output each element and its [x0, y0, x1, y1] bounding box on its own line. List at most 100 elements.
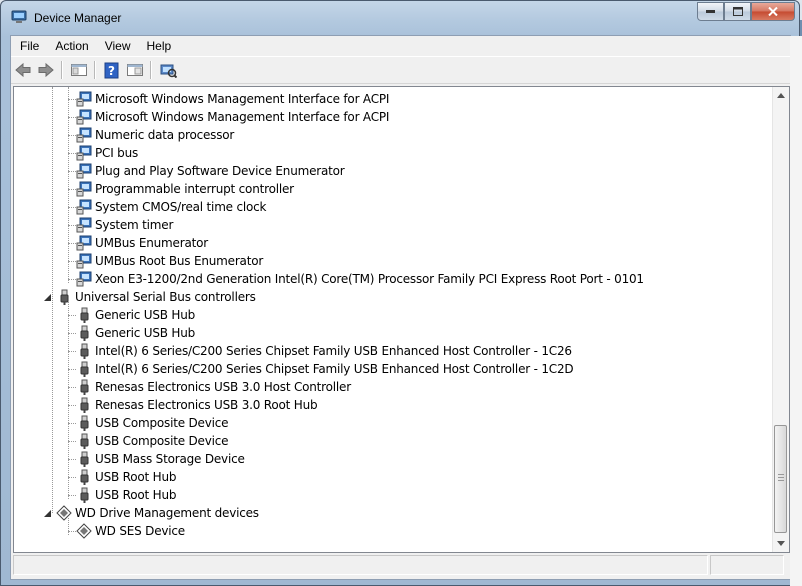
tree-item[interactable]: System CMOS/real time clock [76, 198, 267, 216]
tree-item[interactable]: UMBus Root Bus Enumerator [76, 252, 263, 270]
tree-connector [68, 315, 76, 316]
scan-hardware-button[interactable] [157, 59, 179, 81]
window-title: Device Manager [34, 11, 122, 25]
tree-item[interactable]: USB Mass Storage Device [76, 450, 245, 468]
tree-connector [68, 459, 76, 460]
menu-action[interactable]: Action [48, 39, 95, 53]
show-hidden-icon [127, 64, 143, 76]
menu-help[interactable]: Help [140, 39, 179, 53]
collapse-arrow-icon[interactable] [42, 508, 52, 518]
tree-item[interactable]: Generic USB Hub [76, 306, 195, 324]
forward-icon [38, 62, 54, 78]
menu-file[interactable]: File [13, 39, 46, 53]
tree-item-label: WD SES Device [95, 524, 185, 538]
tree-item[interactable]: UMBus Enumerator [76, 234, 208, 252]
forward-button[interactable] [35, 59, 57, 81]
usb-icon [80, 469, 89, 485]
usb-icon [80, 325, 89, 341]
tree-connector [68, 171, 76, 172]
minimize-button[interactable] [697, 2, 724, 21]
tree-connector [68, 87, 69, 283]
menu-view[interactable]: View [98, 39, 138, 53]
background-page-edge [790, 36, 802, 586]
client-area: File Action View Help ? Microsoft Window… [10, 35, 791, 580]
tree-item-label: UMBus Enumerator [95, 236, 208, 250]
tree-item-label: System timer [95, 218, 174, 232]
close-icon [768, 7, 778, 16]
tree-connector [68, 189, 76, 190]
system-device-icon [76, 235, 92, 251]
caption-buttons [697, 2, 795, 22]
title-bar[interactable]: Device Manager [1, 1, 799, 35]
chevron-down-icon [777, 541, 785, 546]
usb-icon [60, 289, 69, 305]
tree-item-label: Renesas Electronics USB 3.0 Host Control… [95, 380, 351, 394]
usb-icon [80, 343, 89, 359]
tree-item-label: USB Composite Device [95, 416, 229, 430]
tree-category[interactable]: WD Drive Management devices [42, 504, 259, 522]
tree-item-label: PCI bus [95, 146, 139, 160]
close-button[interactable] [751, 2, 795, 21]
help-button[interactable]: ? [101, 59, 123, 81]
system-device-icon [76, 181, 92, 197]
tree-item[interactable]: USB Composite Device [76, 432, 229, 450]
tree-item[interactable]: Numeric data processor [76, 126, 234, 144]
tree-item[interactable]: Intel(R) 6 Series/C200 Series Chipset Fa… [76, 342, 572, 360]
scroll-up-button[interactable] [773, 87, 789, 104]
properties-button[interactable] [68, 59, 90, 81]
back-icon [15, 62, 31, 78]
tree-connector [68, 405, 76, 406]
tree-item-label: Microsoft Windows Management Interface f… [95, 110, 390, 124]
scroll-down-button[interactable] [773, 535, 789, 552]
back-button[interactable] [12, 59, 34, 81]
tree-item[interactable]: USB Root Hub [76, 468, 176, 486]
status-bar [13, 555, 788, 577]
toolbar-separator [150, 61, 152, 79]
usb-icon [80, 307, 89, 323]
tree-item[interactable]: WD SES Device [76, 522, 185, 540]
tree-item-label: Generic USB Hub [95, 326, 196, 340]
tree-item[interactable]: Renesas Electronics USB 3.0 Root Hub [76, 396, 318, 414]
tree-item-label: USB Root Hub [95, 488, 177, 502]
tree-item-label: Microsoft Windows Management Interface f… [95, 92, 390, 106]
tree-item[interactable]: Intel(R) 6 Series/C200 Series Chipset Fa… [76, 360, 574, 378]
system-device-icon [76, 217, 92, 233]
collapse-arrow-icon[interactable] [42, 292, 52, 302]
maximize-icon [732, 7, 743, 16]
tree-item[interactable]: Generic USB Hub [76, 324, 195, 342]
system-device-icon [76, 163, 92, 179]
usb-icon [80, 451, 89, 467]
show-hidden-button[interactable] [124, 59, 146, 81]
device-tree[interactable]: Microsoft Windows Management Interface f… [13, 86, 790, 553]
usb-icon [80, 379, 89, 395]
tree-item-label: Programmable interrupt controller [95, 182, 294, 196]
device-manager-window: Device Manager File Action View Help ? M… [0, 0, 800, 586]
tree-connector [68, 477, 76, 478]
tree-connector [68, 279, 76, 280]
maximize-button[interactable] [724, 2, 751, 21]
scroll-thumb[interactable] [774, 425, 787, 533]
tree-category[interactable]: Universal Serial Bus controllers [42, 288, 256, 306]
tree-item[interactable]: Plug and Play Software Device Enumerator [76, 162, 345, 180]
status-cell-right [710, 555, 784, 575]
system-device-icon [76, 199, 92, 215]
tree-connector [68, 495, 76, 496]
tree-item-label: System CMOS/real time clock [95, 200, 267, 214]
tree-item-label: Intel(R) 6 Series/C200 Series Chipset Fa… [95, 362, 574, 376]
status-cell-main [13, 555, 708, 575]
tree-connector [68, 207, 76, 208]
menu-bar: File Action View Help [11, 36, 790, 56]
tree-item[interactable]: USB Root Hub [76, 486, 176, 504]
tree-item[interactable]: Renesas Electronics USB 3.0 Host Control… [76, 378, 351, 396]
tree-item[interactable]: Programmable interrupt controller [76, 180, 294, 198]
tree-item[interactable]: PCI bus [76, 144, 138, 162]
device-manager-icon [11, 10, 27, 23]
toolbar-separator [61, 61, 63, 79]
tree-item[interactable]: Microsoft Windows Management Interface f… [76, 90, 389, 108]
tree-item[interactable]: Xeon E3-1200/2nd Generation Intel(R) Cor… [76, 270, 644, 288]
tree-item[interactable]: System timer [76, 216, 173, 234]
tree-item[interactable]: USB Composite Device [76, 414, 229, 432]
tree-item[interactable]: Microsoft Windows Management Interface f… [76, 108, 389, 126]
vertical-scrollbar[interactable] [772, 87, 789, 552]
scan-hardware-icon [160, 64, 177, 78]
